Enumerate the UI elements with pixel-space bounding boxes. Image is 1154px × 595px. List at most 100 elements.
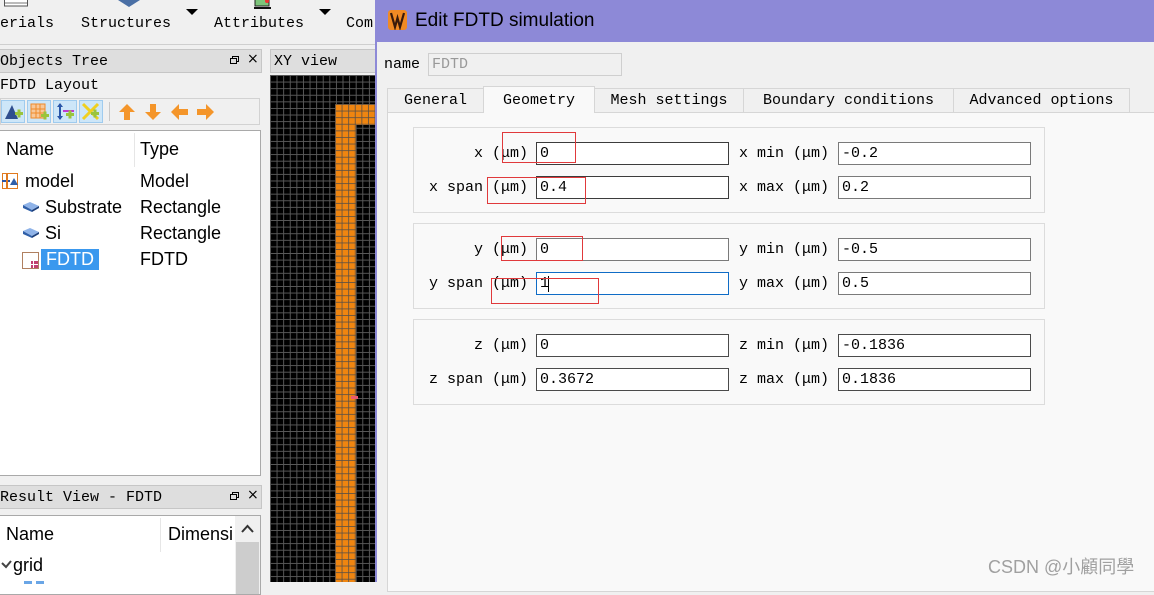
- z-max-label: z max (μm): [739, 371, 830, 388]
- toolbar-com-button[interactable]: Com: [346, 15, 373, 32]
- fdtd-icon: [22, 252, 39, 269]
- move-right-icon[interactable]: [196, 103, 215, 121]
- add-dimension-icon: [57, 103, 74, 120]
- add-cross-icon: [81, 102, 100, 121]
- objects-tree-title: Objects Tree: [0, 53, 109, 70]
- result-view-header: Result View - FDTD ×: [0, 485, 262, 509]
- tab-geometry[interactable]: Geometry: [483, 86, 595, 113]
- scrollbar[interactable]: [235, 516, 260, 594]
- tree-row-type: FDTD: [140, 249, 188, 269]
- tree-row-type: Rectangle: [140, 223, 222, 243]
- x-min-label: x min (μm): [739, 145, 830, 162]
- column-header-type[interactable]: Type: [140, 139, 179, 160]
- toolbar-structures-button[interactable]: Structures: [81, 15, 171, 32]
- y-span-field[interactable]: [536, 272, 729, 295]
- toolbar-attributes-button[interactable]: Attributes: [214, 15, 304, 32]
- x-min-field[interactable]: [838, 142, 1031, 165]
- xy-view-title: XY view: [274, 53, 338, 70]
- tree-row-name: Substrate: [45, 197, 123, 217]
- scrollbar-thumb[interactable]: [236, 542, 259, 594]
- add-structure-button[interactable]: [1, 100, 25, 123]
- y-field[interactable]: [536, 238, 729, 261]
- move-down-icon[interactable]: [144, 103, 162, 121]
- dialog-titlebar[interactable]: Edit FDTD simulation: [377, 0, 1154, 42]
- tree-row-name: Si: [45, 223, 62, 243]
- float-panel-icon[interactable]: [230, 492, 239, 500]
- add-mesh-icon: [30, 103, 49, 120]
- toolbar-divider: [0, 44, 375, 45]
- watermark: CSDN @小顧同學: [988, 557, 1135, 577]
- source-marker: [351, 396, 358, 399]
- xy-view-canvas[interactable]: [270, 75, 375, 582]
- rectangle-icon: [23, 228, 39, 238]
- result-view-tree: Name Dimensi grid: [0, 515, 261, 595]
- close-panel-icon[interactable]: ×: [247, 487, 259, 503]
- z-max-field[interactable]: [838, 368, 1031, 391]
- objects-tree-header: Objects Tree ×: [0, 49, 262, 73]
- attributes-dropdown-arrow-icon[interactable]: [319, 9, 331, 15]
- edit-fdtd-dialog: Edit FDTD simulation name General Geomet…: [375, 0, 1154, 592]
- tree-row-name: model: [25, 171, 75, 191]
- y-min-field[interactable]: [838, 238, 1031, 261]
- scroll-up-icon[interactable]: [241, 524, 254, 533]
- column-divider[interactable]: [134, 133, 135, 167]
- expand-chevron-icon[interactable]: [1, 560, 12, 569]
- x-span-label: x span (μm): [428, 179, 528, 196]
- lumerical-app-icon: [388, 10, 407, 30]
- float-panel-icon[interactable]: [230, 56, 239, 64]
- z-field[interactable]: [536, 334, 729, 357]
- column-header-dimensions[interactable]: Dimensi: [168, 524, 233, 545]
- add-mesh-button[interactable]: [27, 100, 51, 123]
- y-span-label: y span (μm): [428, 275, 528, 292]
- geometry-tab-pane: x (μm) x min (μm) x span (μm) x max (μm)…: [387, 112, 1154, 592]
- tab-boundary-conditions[interactable]: Boundary conditions: [743, 88, 954, 112]
- move-up-icon[interactable]: [118, 103, 136, 121]
- structures-dropdown-arrow-icon[interactable]: [186, 9, 198, 15]
- result-row-name: grid: [13, 555, 44, 575]
- result-item-icon: [36, 581, 44, 584]
- y-geometry-group: y (μm) y min (μm) y span (μm) y max (μm): [413, 223, 1045, 309]
- result-item-icon: [24, 581, 32, 584]
- text-caret: [548, 276, 549, 292]
- x-field[interactable]: [536, 142, 729, 165]
- dialog-title: Edit FDTD simulation: [415, 10, 595, 31]
- tab-mesh-settings[interactable]: Mesh settings: [594, 88, 744, 112]
- x-geometry-group: x (μm) x min (μm) x span (μm) x max (μm): [413, 127, 1045, 213]
- layout-label: FDTD Layout: [0, 77, 100, 94]
- z-span-label: z span (μm): [428, 371, 528, 388]
- table-icon: [4, 0, 28, 7]
- tab-general[interactable]: General: [387, 88, 484, 112]
- objects-toolbar: [0, 98, 260, 125]
- add-structure-icon: [5, 105, 23, 119]
- rectangle-icon: [23, 202, 39, 212]
- structure-icon: [118, 0, 140, 7]
- z-geometry-group: z (μm) z min (μm) z span (μm) z max (μm): [413, 319, 1045, 405]
- x-span-field[interactable]: [536, 176, 729, 199]
- result-view-title: Result View - FDTD: [0, 489, 163, 506]
- column-header-name[interactable]: Name: [6, 139, 54, 160]
- z-span-field[interactable]: [536, 368, 729, 391]
- tab-advanced-options[interactable]: Advanced options: [953, 88, 1130, 112]
- name-label: name: [384, 56, 421, 73]
- z-min-field[interactable]: [838, 334, 1031, 357]
- move-left-icon[interactable]: [170, 103, 189, 121]
- toolbar-separator: [109, 102, 110, 121]
- x-label: x (μm): [473, 145, 528, 162]
- x-max-field[interactable]: [838, 176, 1031, 199]
- structure-vertical-segment: [335, 104, 356, 582]
- y-max-label: y max (μm): [739, 275, 830, 292]
- add-dimension-button[interactable]: [53, 100, 77, 123]
- name-field[interactable]: [428, 53, 622, 76]
- xy-view-header: XY view: [270, 49, 376, 73]
- z-label: z (μm): [473, 337, 528, 354]
- model-icon: [2, 173, 18, 189]
- toolbar-materials-button[interactable]: erials: [0, 15, 54, 32]
- close-panel-icon[interactable]: ×: [247, 51, 259, 67]
- add-cross-button[interactable]: [79, 100, 103, 123]
- column-divider[interactable]: [160, 518, 161, 552]
- y-max-field[interactable]: [838, 272, 1031, 295]
- column-header-name[interactable]: Name: [6, 524, 54, 545]
- objects-tree: Name Type model Model Substrate Rectangl…: [0, 130, 261, 476]
- y-min-label: y min (μm): [739, 241, 830, 258]
- y-label: y (μm): [473, 241, 528, 258]
